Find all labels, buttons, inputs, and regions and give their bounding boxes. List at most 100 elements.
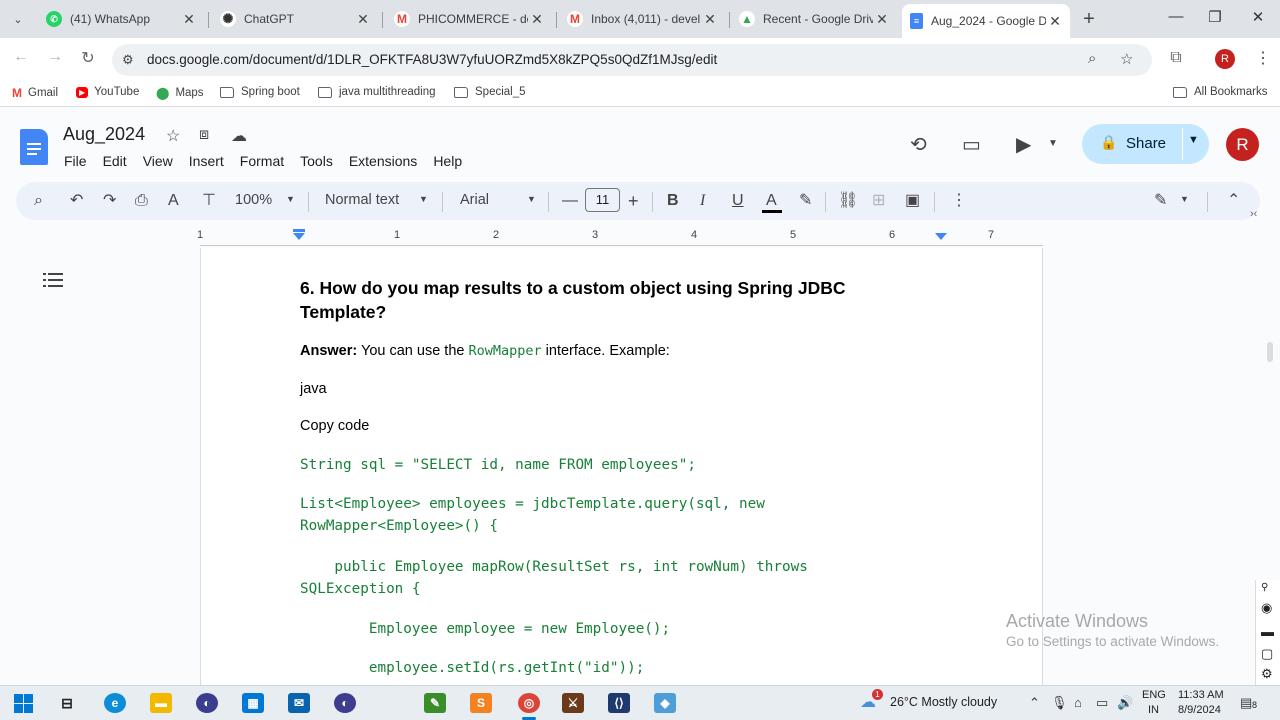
share-dropdown-icon[interactable]: ▼: [1188, 134, 1199, 146]
move-folder-icon[interactable]: ⧈: [199, 126, 209, 144]
search-menus-icon[interactable]: ⌕: [34, 191, 43, 211]
store-icon[interactable]: ▦: [242, 693, 264, 713]
tab-whatsapp[interactable]: ✆ (41) WhatsApp ✕: [38, 5, 204, 33]
side-panel-toggle-icon[interactable]: ›‹: [1250, 208, 1257, 220]
restore-icon[interactable]: ❐: [1200, 8, 1230, 26]
menu-insert[interactable]: Insert: [181, 152, 232, 170]
underline-icon[interactable]: U: [732, 191, 744, 211]
font-dropdown-icon[interactable]: ▼: [527, 194, 536, 204]
reload-icon[interactable]: ↻: [77, 48, 99, 68]
url-text[interactable]: docs.google.com/document/d/1DLR_OFKTFA8U…: [147, 52, 717, 67]
print-icon[interactable]: ⎙: [135, 191, 148, 211]
left-indent-marker[interactable]: [293, 233, 305, 240]
language-region[interactable]: IN: [1148, 704, 1159, 716]
user-avatar[interactable]: R: [1226, 128, 1259, 161]
zoom-select[interactable]: 100%: [235, 192, 272, 208]
italic-icon[interactable]: I: [700, 191, 705, 211]
cloud-status-icon[interactable]: ☁: [231, 126, 247, 146]
tab-google-docs[interactable]: ≡ Aug_2024 - Google D ✕: [902, 4, 1070, 38]
menu-tools[interactable]: Tools: [292, 152, 341, 170]
bookmark-java-multithreading[interactable]: java multithreading: [318, 86, 436, 98]
browser-menu-icon[interactable]: ⋮: [1255, 48, 1271, 68]
tab-phicommerce[interactable]: M PHICOMMERCE - dev ✕: [386, 5, 552, 33]
document-content[interactable]: 6. How do you map results to a custom ob…: [300, 277, 900, 676]
menu-file[interactable]: File: [56, 152, 95, 170]
document-outline-icon[interactable]: [43, 272, 63, 288]
more-options-icon[interactable]: ⋮: [951, 191, 967, 211]
sublime-icon[interactable]: S: [470, 693, 492, 713]
back-icon[interactable]: ←: [10, 48, 32, 66]
undo-icon[interactable]: ↶: [70, 191, 83, 211]
task-view-icon[interactable]: ⊟: [56, 693, 78, 713]
redo-icon[interactable]: ↷: [103, 191, 116, 211]
camera-icon[interactable]: ◉: [1261, 600, 1272, 616]
editing-mode-icon[interactable]: ✎: [1154, 191, 1167, 211]
video-icon[interactable]: ▬: [1261, 624, 1274, 639]
tab-chatgpt[interactable]: ✺ ChatGPT ✕: [212, 5, 378, 33]
omnibox[interactable]: ⚙ docs.google.com/document/d/1DLR_OFKTFA…: [112, 44, 1152, 76]
close-tab-icon[interactable]: ✕: [354, 11, 372, 28]
spellcheck-icon[interactable]: A: [168, 191, 179, 211]
tab-google-drive[interactable]: ▲ Recent - Google Driv ✕: [731, 5, 897, 33]
notifications-icon[interactable]: ▤: [1240, 695, 1252, 711]
right-indent-marker[interactable]: [935, 233, 947, 240]
text-color-icon[interactable]: A: [766, 191, 777, 211]
google-docs-logo[interactable]: [20, 129, 48, 165]
forward-icon[interactable]: →: [44, 48, 66, 66]
window-icon[interactable]: ▢: [1261, 646, 1273, 662]
notes-icon[interactable]: ◆: [654, 693, 676, 713]
display-icon[interactable]: ▭: [1096, 695, 1108, 711]
extensions-icon[interactable]: ⧉: [1165, 49, 1187, 67]
star-icon[interactable]: ☆: [166, 126, 180, 146]
notepad-plus-icon[interactable]: ✎: [424, 693, 446, 713]
app-icon[interactable]: ⚔: [562, 693, 584, 713]
font-family-select[interactable]: Arial: [460, 192, 489, 208]
share-button[interactable]: 🔒 Share ▼: [1082, 124, 1209, 164]
close-tab-icon[interactable]: ✕: [180, 11, 198, 28]
pin-icon[interactable]: ⚲: [1261, 582, 1268, 593]
new-tab-button[interactable]: +: [1078, 8, 1100, 30]
close-tab-icon[interactable]: ✕: [528, 11, 546, 28]
chrome-icon[interactable]: ◎: [518, 693, 540, 713]
first-line-indent-marker[interactable]: [293, 229, 305, 232]
edge-icon[interactable]: e: [104, 693, 126, 713]
close-tab-icon[interactable]: ✕: [873, 11, 891, 28]
highlight-color-icon[interactable]: ✎: [799, 191, 812, 211]
paragraph-style-select[interactable]: Normal text: [325, 192, 399, 208]
meet-icon[interactable]: ▶: [1016, 132, 1031, 157]
mail-icon[interactable]: ✉: [288, 693, 310, 713]
insert-image-icon[interactable]: ▣: [905, 191, 920, 211]
windows-start-icon[interactable]: [12, 693, 34, 713]
clock-time[interactable]: 11:33 AM: [1178, 689, 1224, 701]
zoom-dropdown-icon[interactable]: ▼: [286, 194, 295, 204]
weather-text[interactable]: 26°C Mostly cloudy: [890, 695, 997, 709]
close-window-icon[interactable]: ✕: [1243, 8, 1273, 26]
zoom-icon[interactable]: ⌕: [1088, 50, 1096, 67]
profile-avatar[interactable]: R: [1215, 49, 1235, 69]
language-indicator[interactable]: ENG: [1142, 689, 1166, 701]
meet-dropdown-icon[interactable]: ▼: [1048, 138, 1058, 149]
close-tab-icon[interactable]: ✕: [1046, 13, 1064, 30]
all-bookmarks[interactable]: All Bookmarks: [1173, 86, 1268, 98]
vscode-icon[interactable]: ⟨⟩: [608, 693, 630, 713]
network-icon[interactable]: ⌂: [1074, 695, 1082, 710]
microphone-icon[interactable]: 🎙: [1051, 695, 1068, 711]
minimize-icon[interactable]: —: [1161, 8, 1191, 25]
menu-extensions[interactable]: Extensions: [341, 152, 425, 170]
file-explorer-icon[interactable]: ▬: [150, 693, 172, 713]
version-history-icon[interactable]: ⟲: [910, 132, 927, 157]
bookmark-maps[interactable]: ⬤ Maps: [156, 86, 204, 100]
menu-view[interactable]: View: [135, 152, 181, 170]
document-page[interactable]: 6. How do you map results to a custom ob…: [200, 248, 1043, 685]
insert-link-icon[interactable]: ⛓: [838, 191, 858, 211]
settings-icon[interactable]: ⚙: [1261, 666, 1273, 682]
paint-format-icon[interactable]: ⊤: [202, 191, 216, 211]
site-info-icon[interactable]: ⚙: [122, 52, 134, 68]
bold-icon[interactable]: B: [667, 191, 679, 211]
menu-format[interactable]: Format: [232, 152, 292, 170]
show-hidden-icons-icon[interactable]: ⌃: [1029, 695, 1040, 711]
document-title[interactable]: Aug_2024: [63, 124, 145, 145]
close-tab-icon[interactable]: ✕: [701, 11, 719, 28]
style-dropdown-icon[interactable]: ▼: [419, 194, 428, 204]
clock-date[interactable]: 8/9/2024: [1178, 704, 1221, 716]
